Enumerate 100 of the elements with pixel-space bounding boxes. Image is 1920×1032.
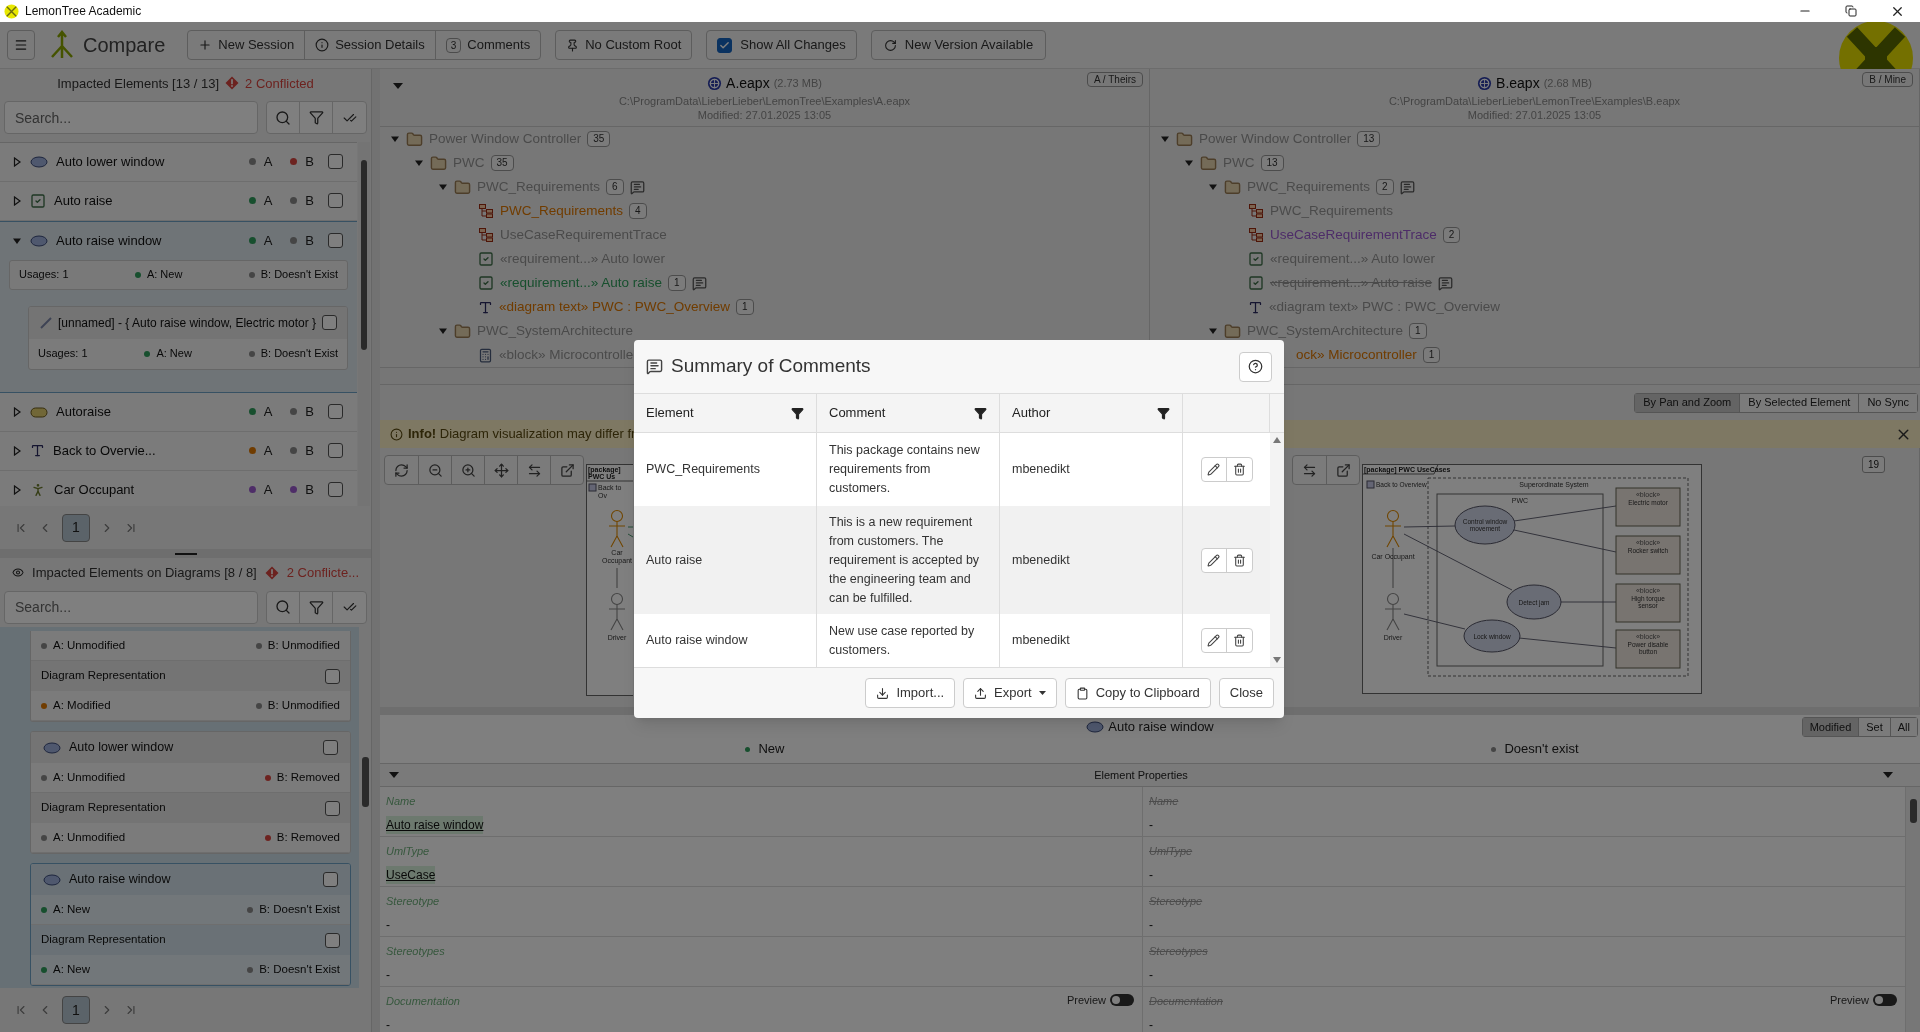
menu-button[interactable] bbox=[7, 30, 35, 60]
expand-arrow[interactable] bbox=[12, 406, 22, 417]
info-icon bbox=[390, 427, 403, 441]
side-label: B bbox=[305, 402, 314, 421]
expand-arrow[interactable] bbox=[12, 484, 22, 495]
filter-toggle[interactable]: Set bbox=[1858, 718, 1890, 736]
pencil-icon bbox=[1207, 553, 1220, 567]
preview-switch[interactable] bbox=[1873, 994, 1897, 1007]
checkbox[interactable] bbox=[328, 404, 343, 420]
import-button[interactable]: Import... bbox=[865, 678, 956, 708]
diagram-icon bbox=[1248, 227, 1264, 243]
status-label: B: Removed bbox=[276, 769, 340, 785]
side-label: B bbox=[305, 231, 314, 250]
tree-label[interactable]: ock» Microcontroller bbox=[1296, 344, 1417, 366]
toolbar-button[interactable]: New Session bbox=[188, 31, 305, 59]
status-label: B: Unmodified bbox=[267, 697, 340, 713]
element-name: Auto lower window bbox=[69, 739, 175, 757]
actor-figure bbox=[1384, 509, 1402, 548]
filter-icon[interactable] bbox=[1157, 406, 1170, 420]
search-field[interactable]: Search... bbox=[4, 101, 258, 135]
filter-toggle[interactable]: Modified bbox=[1802, 718, 1859, 736]
toolbar-button[interactable]: Session Details bbox=[304, 31, 435, 59]
folder-icon bbox=[1224, 178, 1241, 196]
status-label: A: Unmodified bbox=[53, 829, 126, 845]
element-row[interactable]: Autoraise A B bbox=[0, 392, 357, 432]
checkbox[interactable] bbox=[325, 800, 340, 816]
search-field[interactable]: Search... bbox=[4, 590, 258, 624]
count-badge: 19 bbox=[1861, 456, 1885, 473]
count-badge: 2 bbox=[1442, 227, 1461, 243]
page-button[interactable]: 1 bbox=[62, 996, 90, 1025]
collapse-arrow[interactable] bbox=[392, 81, 404, 91]
checkbox[interactable] bbox=[323, 740, 338, 756]
collapse-arrow[interactable] bbox=[1184, 158, 1194, 168]
expand-arrow[interactable] bbox=[12, 195, 22, 206]
preview-label: Preview bbox=[1066, 993, 1106, 1008]
ellipse-icon bbox=[30, 234, 48, 247]
collapse-arrow[interactable] bbox=[438, 326, 448, 336]
checkbox[interactable] bbox=[328, 154, 343, 170]
filter-toggle[interactable]: All bbox=[1889, 718, 1917, 736]
element-row[interactable]: Auto raise window A B Usages: 1 A: New B: Doesn't Exist [unnamed] - { Auto raise window, Electric motor } Usages: 1 A: New B: Doesn't Exist bbox=[0, 220, 357, 393]
toolbar-button[interactable]: 3 Comments bbox=[434, 31, 541, 59]
help-button[interactable] bbox=[1239, 351, 1272, 382]
sync-button[interactable]: By Selected Element bbox=[1739, 393, 1859, 412]
collapse-arrow[interactable] bbox=[438, 182, 448, 192]
expand-arrow[interactable] bbox=[12, 156, 22, 167]
collapse-arrow[interactable] bbox=[390, 134, 400, 144]
folder-icon bbox=[454, 322, 471, 340]
export-button[interactable]: Export bbox=[963, 678, 1057, 708]
collapse-arrow[interactable] bbox=[388, 770, 400, 780]
count-badge: 35 bbox=[587, 131, 611, 147]
checkbox[interactable] bbox=[328, 193, 343, 209]
element-row[interactable]: Auto raise A B bbox=[0, 181, 357, 221]
element-row[interactable]: Back to Overvie... A B bbox=[0, 431, 357, 471]
tree-label[interactable]: UseCaseRequirementTrace bbox=[1270, 224, 1437, 246]
checkbox[interactable] bbox=[325, 932, 340, 948]
checkbox[interactable] bbox=[328, 482, 343, 498]
side-label: A bbox=[263, 191, 273, 210]
text-icon bbox=[30, 443, 45, 459]
sync-button[interactable]: By Pan and Zoom bbox=[1635, 393, 1740, 412]
folder-icon bbox=[406, 130, 423, 148]
collapse-arrow[interactable] bbox=[1882, 770, 1894, 780]
page-button[interactable]: 1 bbox=[62, 513, 90, 542]
sync-button[interactable]: No Sync bbox=[1858, 393, 1917, 412]
collapse-arrow[interactable] bbox=[1208, 182, 1218, 192]
scroll-up-arrow[interactable] bbox=[1273, 437, 1281, 443]
checkbox[interactable] bbox=[717, 37, 733, 53]
collapse-arrow[interactable] bbox=[414, 158, 424, 168]
side-label: B bbox=[305, 480, 314, 499]
property-value: - bbox=[1149, 816, 1153, 834]
folder-icon bbox=[1200, 154, 1217, 172]
checkbox[interactable] bbox=[322, 315, 337, 331]
side-label: A bbox=[263, 231, 273, 250]
collapse-arrow[interactable] bbox=[1208, 326, 1218, 336]
tree-label[interactable]: PWC_Requirements bbox=[500, 200, 624, 222]
collapse-arrow[interactable] bbox=[1160, 134, 1170, 144]
help-icon bbox=[1248, 359, 1263, 374]
tree-label[interactable]: «diagram text» PWC : PWC_Overview bbox=[499, 296, 731, 318]
checkbox[interactable] bbox=[323, 872, 338, 888]
state-label: Doesn't exist bbox=[1504, 740, 1579, 759]
zoom-out-icon bbox=[427, 462, 443, 478]
checkbox[interactable] bbox=[328, 233, 343, 249]
folder-icon bbox=[430, 154, 447, 172]
property-value: - bbox=[1149, 916, 1153, 934]
close-button[interactable]: Close bbox=[1218, 678, 1274, 708]
element-row[interactable]: Auto lower window A B bbox=[0, 142, 357, 182]
diagram-icon bbox=[1248, 203, 1264, 219]
scroll-down-arrow[interactable] bbox=[1273, 657, 1281, 663]
filter-icon[interactable] bbox=[791, 406, 804, 420]
show-all-changes-button[interactable]: Show All Changes bbox=[706, 30, 857, 60]
custom-root-button[interactable]: No Custom Root bbox=[555, 30, 693, 60]
new-version-button[interactable]: New Version Available bbox=[870, 30, 1047, 60]
checkbox[interactable] bbox=[328, 443, 343, 459]
filter-icon[interactable] bbox=[974, 406, 987, 420]
file-name: A.eapx bbox=[726, 74, 770, 93]
expand-arrow[interactable] bbox=[12, 445, 22, 456]
checkbox[interactable] bbox=[325, 668, 340, 684]
preview-switch[interactable] bbox=[1110, 994, 1134, 1007]
tree-label[interactable]: «requirement...» Auto raise bbox=[500, 272, 663, 294]
copy-button[interactable]: Copy to Clipboard bbox=[1064, 678, 1211, 708]
trash-icon bbox=[1232, 553, 1246, 567]
